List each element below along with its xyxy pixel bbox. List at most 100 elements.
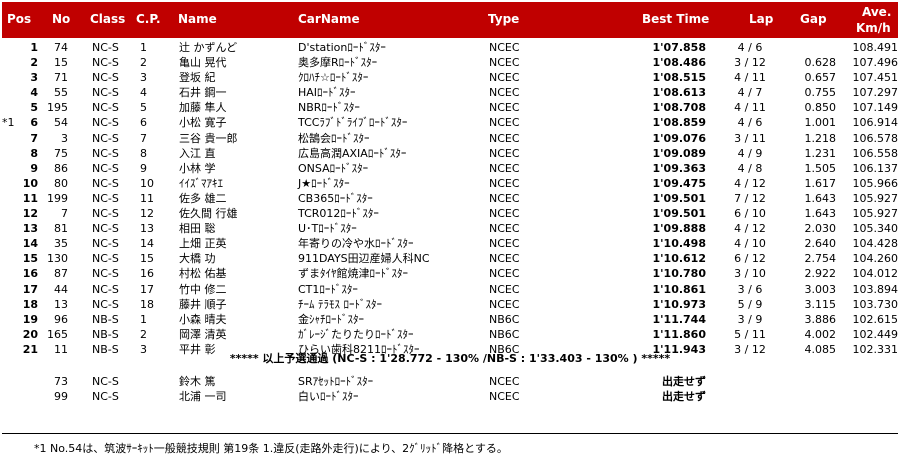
row-gap: 4.002	[804, 327, 837, 341]
dns-status: 出走せず	[662, 390, 706, 404]
dns-row: 99 NC-S 北浦 一司 白いﾛｰﾄﾞｽﾀｰ NCEC 出走せず	[0, 389, 900, 404]
row-no: 71	[54, 71, 68, 85]
row-type: NCEC	[489, 56, 520, 70]
row-driver-name: 佐多 雄二	[179, 191, 227, 205]
table-row: 12 7 NC-S 12 佐久間 行雄 TCR012ﾛｰﾄﾞｽﾀｰ NCEC 1'09.501…	[0, 206, 900, 221]
table-row: 11 199 NC-S 11 佐多 雄二 CB365ﾛｰﾄﾞｽﾀｰ NCEC 1'09.501…	[0, 191, 900, 206]
footnote: *1 No.54は、筑波ｻｰｷｯﾄ一般競技規則 第19条 1.違反(走路外走行)…	[34, 442, 508, 455]
dns-row: 73 NC-S 鈴木 篤 SRｱｾｯﾄﾛｰﾄﾞｽﾀｰ NCEC 出走せず	[0, 374, 900, 389]
col-header-best-time: Best Time	[642, 12, 710, 26]
table-row: 17 44 NC-S 17 竹中 修二 CT1ﾛｰﾄﾞｽﾀｰ NCEC 1'10.861 3 /…	[0, 282, 900, 297]
row-class: NC-S	[92, 101, 119, 115]
row-ave-speed: 102.615	[852, 312, 899, 326]
dns-car-name: SRｱｾｯﾄﾛｰﾄﾞｽﾀｰ	[298, 375, 374, 388]
row-gap: 1.643	[804, 207, 837, 221]
footnote-divider	[2, 433, 898, 434]
dns-type: NCEC	[489, 390, 520, 404]
row-car-name: ずまﾀｲﾔ館焼津ﾛｰﾄﾞｽﾀｰ	[298, 267, 408, 281]
dns-car-name: 白いﾛｰﾄﾞｽﾀｰ	[298, 390, 359, 404]
row-pos: 11	[22, 191, 38, 205]
row-type: NCEC	[489, 131, 520, 145]
row-car-name: TCCﾗﾌﾞﾄﾞﾗｲﾌﾞﾛｰﾄﾞｽﾀｰ	[298, 116, 408, 130]
row-best-time: 1'10.780	[652, 267, 706, 281]
row-type: NCEC	[489, 282, 520, 296]
row-best-time: 1'09.501	[652, 207, 706, 221]
row-ave-speed: 105.927	[852, 207, 899, 221]
row-type: NCEC	[489, 116, 520, 130]
row-best-time: 1'08.515	[652, 71, 706, 85]
row-gap: 1.231	[804, 146, 837, 160]
row-pos: 2	[30, 56, 38, 70]
row-driver-name: 相田 聡	[179, 222, 216, 236]
row-car-name: ONSAﾛｰﾄﾞｽﾀｰ	[298, 161, 369, 175]
row-ave-speed: 107.496	[852, 56, 899, 70]
row-pos: 10	[22, 176, 38, 190]
row-car-name: 金ｼｬﾁﾛｰﾄﾞｽﾀｰ	[298, 312, 364, 326]
row-cp: 17	[140, 282, 154, 296]
row-ave-speed: 108.491	[852, 41, 899, 54]
row-driver-name: 三谷 貴一郎	[179, 131, 238, 145]
row-car-name: CB365ﾛｰﾄﾞｽﾀｰ	[298, 191, 373, 205]
dns-status: 出走せず	[662, 375, 706, 388]
row-cp: 8	[140, 146, 147, 160]
row-cp: 18	[140, 297, 154, 311]
row-gap: 2.640	[804, 237, 837, 251]
row-gap: 2.030	[804, 222, 837, 236]
row-best-time: 1'09.501	[652, 191, 706, 205]
row-lap: 3 / 10	[734, 267, 766, 281]
row-best-time: 1'09.363	[652, 161, 706, 175]
col-header-type: Type	[488, 12, 520, 26]
row-pos: 8	[30, 146, 38, 160]
row-gap: 1.643	[804, 191, 837, 205]
row-pos: 13	[22, 222, 38, 236]
row-class: NC-S	[92, 297, 119, 311]
row-cp: 9	[140, 161, 147, 175]
row-cp: 10	[140, 176, 154, 190]
row-driver-name: 石井 鋼一	[179, 86, 227, 100]
row-lap: 4 / 9	[737, 146, 763, 160]
results-header: Pos No Class C.P. Name CarName Type Best…	[2, 2, 898, 38]
row-car-name: D'stationﾛｰﾄﾞｽﾀｰ	[298, 41, 386, 54]
row-class: NC-S	[92, 267, 119, 281]
row-lap: 4 / 11	[734, 71, 766, 85]
table-row: 8 75 NC-S 8 入江 直 広島高潤AXIAﾛｰﾄﾞｽﾀｰ NCEC 1'09.089 4…	[0, 146, 900, 161]
row-driver-name: 岡澤 清英	[179, 327, 227, 341]
row-driver-name: 上畑 正英	[179, 237, 227, 251]
row-car-name: 911DAYS田辺産婦人科NC	[298, 252, 430, 266]
dns-no: 99	[54, 390, 68, 404]
row-driver-name: 小森 晴夫	[179, 312, 227, 326]
row-no: 55	[54, 86, 68, 100]
row-best-time: 1'08.708	[652, 101, 706, 115]
row-ave-speed: 107.297	[852, 86, 899, 100]
row-best-time: 1'08.486	[652, 56, 706, 70]
row-class: NC-S	[92, 71, 119, 85]
row-type: NCEC	[489, 207, 520, 221]
row-lap: 3 / 9	[737, 312, 763, 326]
row-no: 44	[54, 282, 68, 296]
row-ave-speed: 105.340	[852, 222, 899, 236]
row-cp: 3	[140, 71, 147, 85]
row-driver-name: 竹中 修二	[179, 282, 227, 296]
row-best-time: 1'08.613	[652, 86, 706, 100]
row-ave-speed: 105.966	[852, 176, 899, 190]
row-class: NC-S	[92, 207, 119, 221]
row-no: 81	[54, 222, 68, 236]
row-lap: 4 / 12	[734, 222, 766, 236]
row-type: NB6C	[489, 327, 520, 341]
col-header-pos: Pos	[7, 12, 32, 26]
row-class: NC-S	[92, 56, 119, 70]
row-car-name: 年寄りの冷や水ﾛｰﾄﾞｽﾀｰ	[298, 237, 414, 251]
row-no: 87	[54, 267, 68, 281]
row-no: 15	[54, 56, 68, 70]
row-ave-speed: 105.927	[852, 191, 899, 205]
row-type: NCEC	[489, 41, 520, 54]
row-cp: 4	[140, 86, 147, 100]
col-header-lap: Lap	[749, 12, 774, 26]
did-not-start-list: 73 NC-S 鈴木 篤 SRｱｾｯﾄﾛｰﾄﾞｽﾀｰ NCEC 出走せず 99 NC-S 北浦 …	[0, 374, 900, 404]
table-row: 19 96 NB-S 1 小森 晴夫 金ｼｬﾁﾛｰﾄﾞｽﾀｰ NB6C 1'11.744 3 /…	[0, 312, 900, 327]
row-pos: 9	[30, 161, 38, 175]
row-class: NC-S	[92, 282, 119, 296]
row-gap: 1.617	[804, 176, 837, 190]
col-header-kmh: Km/h	[856, 21, 891, 35]
row-cp: 15	[140, 252, 154, 266]
